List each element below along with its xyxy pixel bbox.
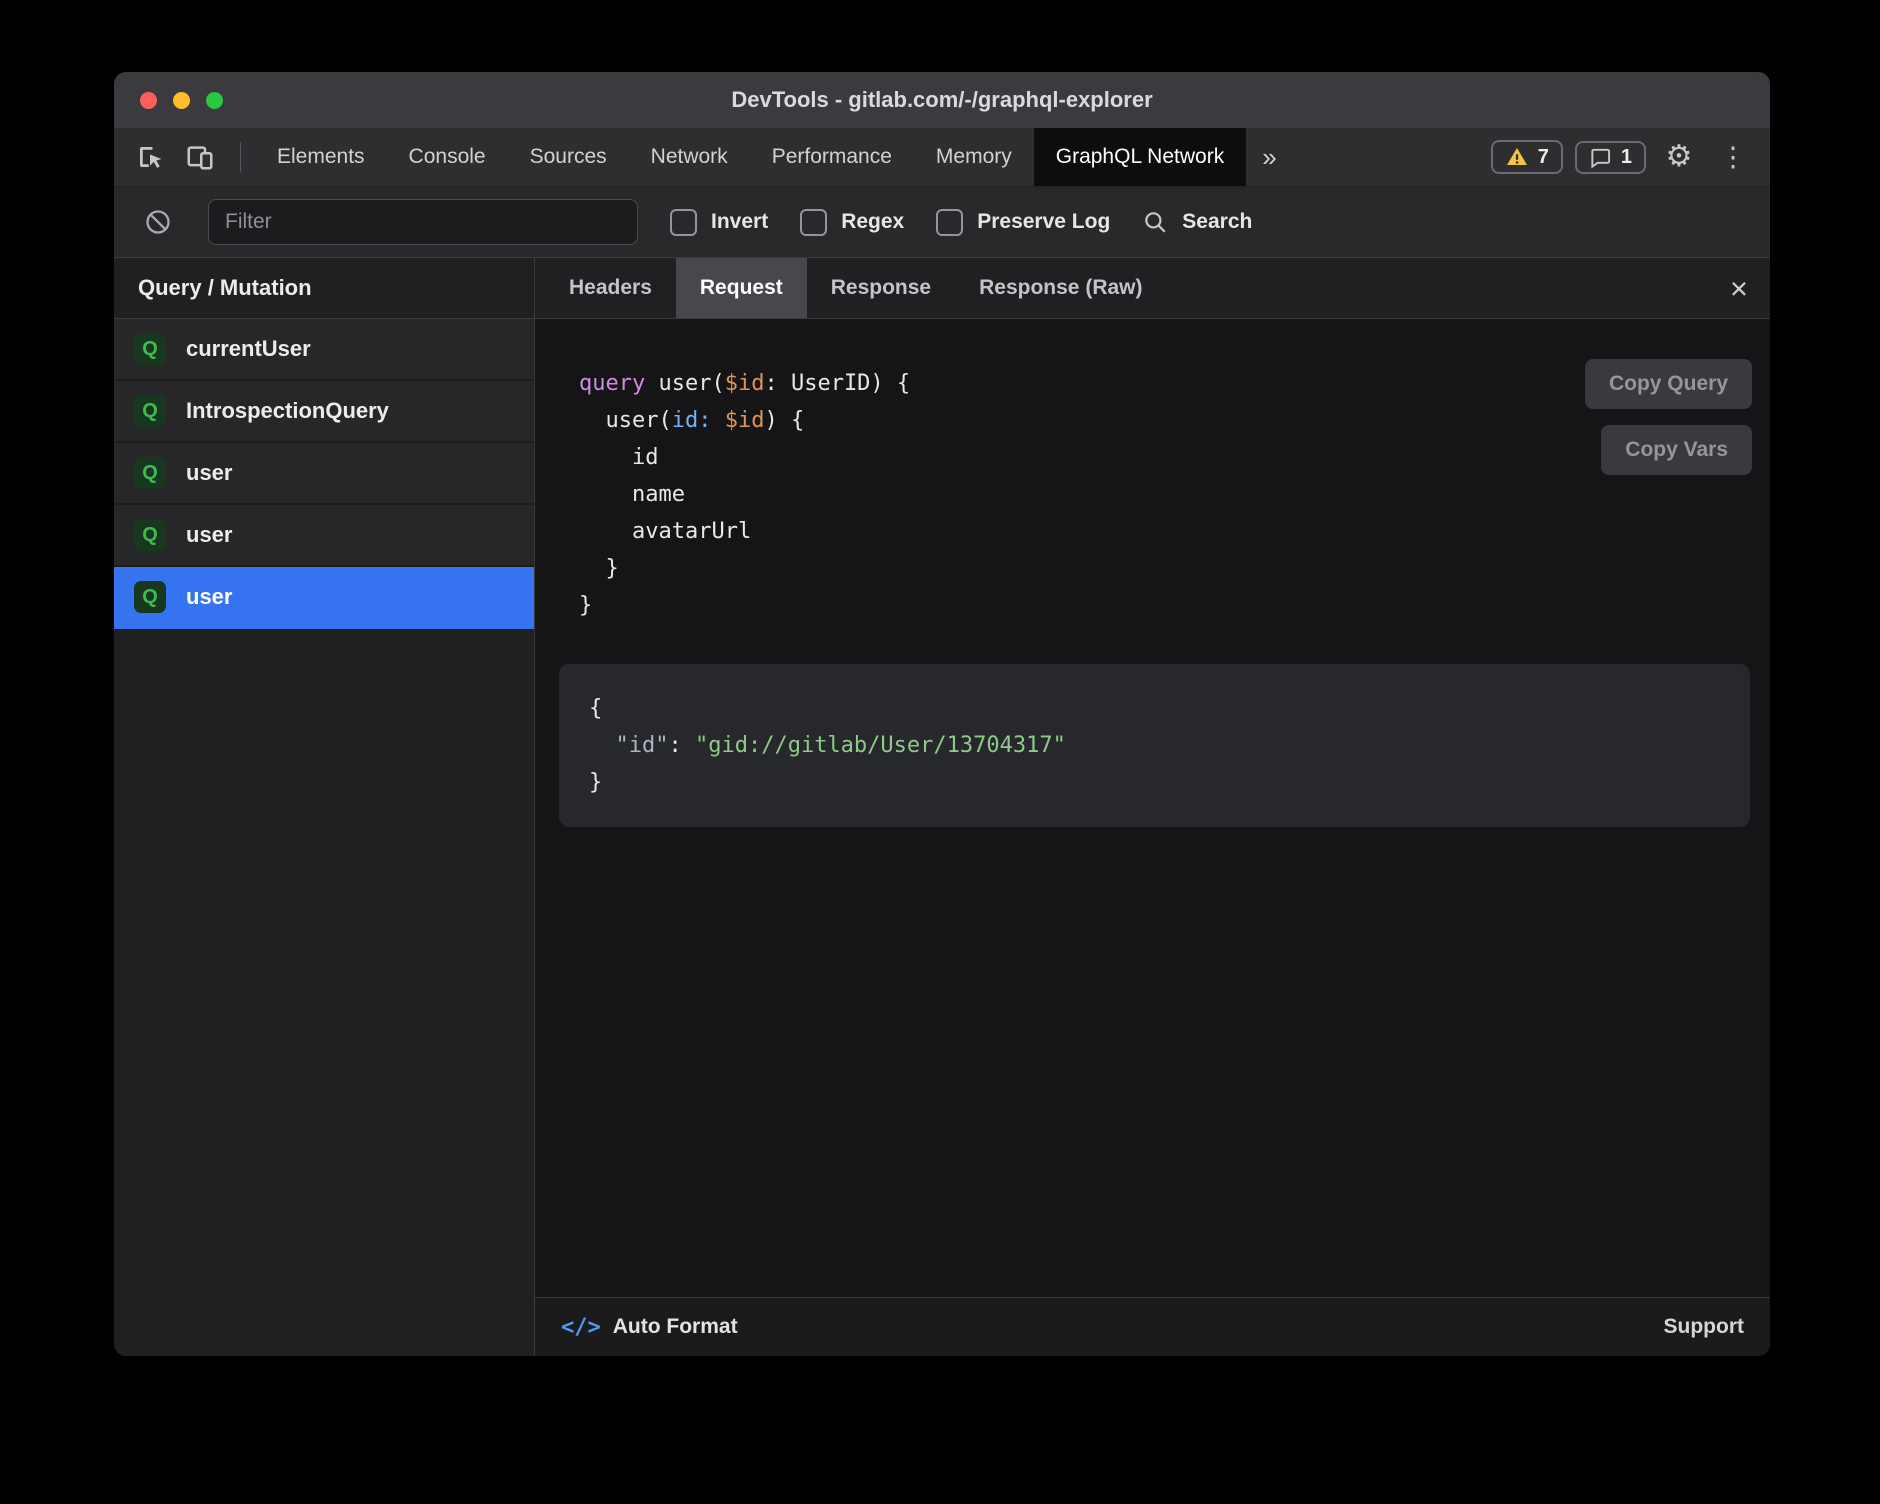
- regex-checkbox[interactable]: [800, 209, 827, 236]
- window-title: DevTools - gitlab.com/-/graphql-explorer: [114, 87, 1770, 113]
- regex-label: Regex: [841, 210, 904, 234]
- close-detail-icon[interactable]: ×: [1730, 273, 1748, 304]
- tab-console[interactable]: Console: [387, 128, 508, 186]
- graphql-variables-code: { "id": "gid://gitlab/User/13704317"}: [559, 664, 1750, 827]
- tab-label: Performance: [772, 145, 892, 169]
- tab-label: Response (Raw): [979, 276, 1142, 300]
- query-list-item-introspectionquery[interactable]: Q IntrospectionQuery: [114, 381, 534, 443]
- regex-checkbox-group[interactable]: Regex: [800, 209, 904, 236]
- statusbar: </> Auto Format Support: [535, 1297, 1770, 1356]
- devtools-window: DevTools - gitlab.com/-/graphql-explorer…: [114, 72, 1770, 1356]
- tab-label: Headers: [569, 276, 652, 300]
- query-list-header: Query / Mutation: [114, 258, 534, 319]
- auto-format-button[interactable]: Auto Format: [613, 1315, 738, 1339]
- toolbar-divider: [240, 142, 241, 172]
- copy-query-button[interactable]: Copy Query: [1585, 359, 1752, 409]
- more-tabs-chevron-icon[interactable]: »: [1246, 128, 1292, 186]
- traffic-lights: [114, 92, 223, 109]
- search-label: Search: [1182, 210, 1252, 234]
- tab-sources[interactable]: Sources: [508, 128, 629, 186]
- main-split: Query / Mutation Q currentUser Q Introsp…: [114, 258, 1770, 1356]
- tab-elements[interactable]: Elements: [255, 128, 387, 186]
- tab-response[interactable]: Response: [807, 258, 955, 318]
- filter-input[interactable]: [208, 199, 638, 245]
- tab-label: GraphQL Network: [1056, 145, 1224, 169]
- tab-performance[interactable]: Performance: [750, 128, 914, 186]
- preserve-log-label: Preserve Log: [977, 210, 1110, 234]
- kebab-menu-icon[interactable]: ⋮: [1712, 136, 1754, 178]
- tab-label: Memory: [936, 145, 1012, 169]
- tab-label: Sources: [530, 145, 607, 169]
- query-type-badge: Q: [134, 395, 166, 427]
- kebab-glyph: ⋮: [1720, 144, 1747, 171]
- query-item-label: currentUser: [186, 336, 311, 362]
- settings-gear-icon[interactable]: ⚙: [1658, 136, 1700, 178]
- tab-memory[interactable]: Memory: [914, 128, 1034, 186]
- support-link[interactable]: Support: [1664, 1315, 1744, 1339]
- query-item-label: user: [186, 460, 232, 486]
- message-count: 1: [1621, 146, 1632, 169]
- device-toolbar-icon[interactable]: [182, 139, 218, 175]
- zoom-window-button[interactable]: [206, 92, 223, 109]
- query-list-item-user-2[interactable]: Q user: [114, 505, 534, 567]
- request-detail-panel: Headers Request Response Response (Raw) …: [535, 258, 1770, 1356]
- copy-vars-button[interactable]: Copy Vars: [1601, 425, 1752, 475]
- tab-label: Response: [831, 276, 931, 300]
- warnings-badge[interactable]: 7: [1491, 140, 1563, 174]
- request-body: query user($id: UserID) { user(id: $id) …: [535, 319, 1770, 1297]
- devtools-tabbar: Elements Console Sources Network Perform…: [114, 128, 1770, 187]
- search-button[interactable]: Search: [1142, 209, 1252, 235]
- query-type-badge: Q: [134, 457, 166, 489]
- query-list-panel: Query / Mutation Q currentUser Q Introsp…: [114, 258, 535, 1356]
- inspect-element-icon[interactable]: [132, 139, 168, 175]
- preserve-log-checkbox-group[interactable]: Preserve Log: [936, 209, 1110, 236]
- request-detail-tabs: Headers Request Response Response (Raw) …: [535, 258, 1770, 319]
- tab-headers[interactable]: Headers: [545, 258, 676, 318]
- query-item-label: IntrospectionQuery: [186, 398, 389, 424]
- tab-network[interactable]: Network: [629, 128, 750, 186]
- tabbar-right-icons: 7 1 ⚙ ⋮: [1491, 128, 1770, 186]
- message-icon: [1589, 146, 1612, 169]
- query-list-item-user-3-selected[interactable]: Q user: [114, 567, 534, 629]
- preserve-log-checkbox[interactable]: [936, 209, 963, 236]
- invert-checkbox[interactable]: [670, 209, 697, 236]
- search-icon: [1142, 209, 1168, 235]
- query-list-item-user-1[interactable]: Q user: [114, 443, 534, 505]
- tab-label: Console: [409, 145, 486, 169]
- tab-label: Network: [651, 145, 728, 169]
- tabbar-left-icons: [114, 128, 255, 186]
- warning-icon: [1505, 145, 1529, 169]
- query-type-badge: Q: [134, 519, 166, 551]
- query-type-badge: Q: [134, 333, 166, 365]
- more-tabs-glyph: »: [1262, 142, 1276, 173]
- query-type-badge: Q: [134, 581, 166, 613]
- clear-filter-block-icon[interactable]: [140, 204, 176, 240]
- graphql-query-code: query user($id: UserID) { user(id: $id) …: [579, 365, 1750, 624]
- issues-badge[interactable]: 1: [1575, 141, 1646, 174]
- tab-label: Elements: [277, 145, 365, 169]
- query-item-label: user: [186, 584, 232, 610]
- gear-glyph: ⚙: [1666, 142, 1693, 172]
- warning-count: 7: [1538, 146, 1549, 169]
- tab-graphql-network[interactable]: GraphQL Network: [1034, 128, 1246, 186]
- invert-checkbox-group[interactable]: Invert: [670, 209, 768, 236]
- titlebar: DevTools - gitlab.com/-/graphql-explorer: [114, 72, 1770, 128]
- tab-response-raw[interactable]: Response (Raw): [955, 258, 1166, 318]
- minimize-window-button[interactable]: [173, 92, 190, 109]
- tab-request[interactable]: Request: [676, 258, 807, 318]
- query-list-item-currentUser[interactable]: Q currentUser: [114, 319, 534, 381]
- tab-label: Request: [700, 276, 783, 300]
- invert-label: Invert: [711, 210, 768, 234]
- close-window-button[interactable]: [140, 92, 157, 109]
- code-format-icon: </>: [561, 1315, 601, 1340]
- query-item-label: user: [186, 522, 232, 548]
- filter-toolbar: Invert Regex Preserve Log Search: [114, 187, 1770, 258]
